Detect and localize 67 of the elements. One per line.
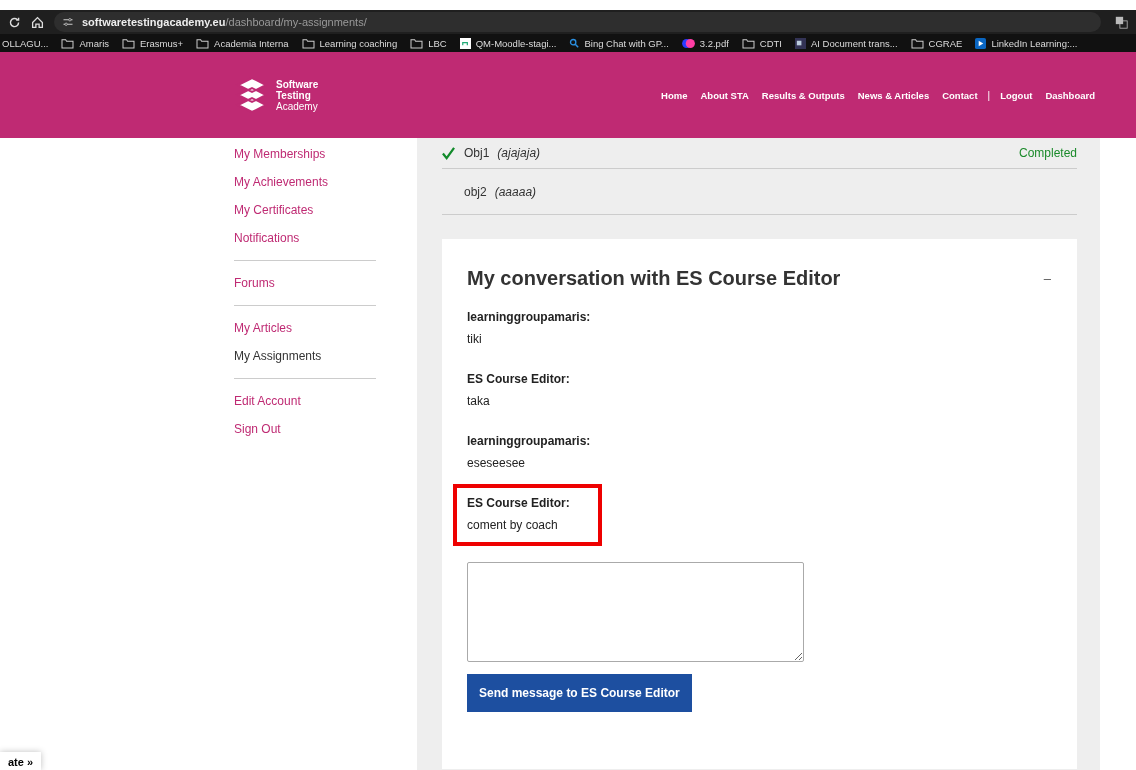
conversation-title: My conversation with ES Course Editor: [467, 267, 841, 290]
send-button[interactable]: Send message to ES Course Editor: [467, 674, 692, 712]
nav-link[interactable]: Dashboard: [1045, 89, 1095, 101]
message-text: taka: [467, 394, 491, 408]
circles-icon: [681, 37, 695, 49]
bookmark[interactable]: Bing Chat with GP...: [569, 37, 669, 49]
message-author: learninggroupamaris:: [467, 434, 592, 448]
play-icon: [975, 37, 987, 49]
objective-name: obj2: [464, 184, 487, 199]
objective-detail: (ajajaja): [497, 146, 541, 160]
objective-detail: (aaaaa): [494, 184, 537, 199]
message-text: eseseesee: [467, 456, 527, 470]
sidebar-link[interactable]: My Articles: [234, 314, 292, 342]
bookmark[interactable]: QM-Moodle-stagi...: [459, 37, 557, 49]
site-settings-icon[interactable]: [62, 16, 74, 28]
translate-icon[interactable]: [1115, 15, 1128, 29]
nav-separator: |: [987, 89, 991, 101]
bookmark[interactable]: CGRAE: [910, 37, 963, 49]
reload-icon[interactable]: [8, 15, 21, 29]
nav-link[interactable]: Logout: [1000, 89, 1033, 101]
objective-name: Obj1: [464, 146, 490, 160]
message-author: ES Course Editor:: [467, 496, 570, 510]
sidebar-link[interactable]: My Certificates: [234, 196, 314, 224]
status-text: Completed: [1018, 146, 1077, 160]
address-bar[interactable]: softwaretestingacademy.eu/dashboard/my-assignments/: [54, 12, 1101, 32]
bookmark[interactable]: Amaris: [61, 37, 110, 49]
bookmark[interactable]: 3.2.pdf: [681, 37, 729, 49]
bookmark[interactable]: LBC: [410, 37, 447, 49]
sidebar-link[interactable]: Sign Out: [234, 415, 281, 443]
sidebar-link[interactable]: Notifications: [234, 224, 300, 252]
sidebar-link[interactable]: Forums: [234, 269, 275, 297]
folder-icon: [196, 37, 210, 49]
search-icon: [569, 38, 580, 48]
bookmark[interactable]: CDTI: [741, 37, 782, 49]
floating-tab[interactable]: ate »: [0, 752, 42, 770]
logo-text[interactable]: Software Testing Academy: [276, 78, 319, 112]
folder-icon: [301, 37, 315, 49]
home-icon[interactable]: [31, 15, 44, 29]
folder-icon: [910, 37, 924, 49]
collapse-toggle[interactable]: –: [1043, 271, 1051, 286]
nav-link[interactable]: News & Articles: [857, 89, 930, 101]
folder-icon: [741, 37, 755, 49]
nav-link[interactable]: Results & Outputs: [761, 89, 845, 101]
bookmark[interactable]: Learning coaching: [301, 37, 398, 49]
nav-link[interactable]: About STA: [700, 89, 749, 101]
bookmark[interactable]: Erasmus+: [122, 37, 184, 49]
message-text: coment by coach: [467, 518, 559, 532]
bookmark[interactable]: LinkedIn Learning:...: [975, 37, 1078, 49]
sidebar-link[interactable]: My Achievements: [234, 168, 329, 196]
document-icon: [795, 37, 806, 49]
folder-icon: [61, 37, 75, 49]
sidebar-link[interactable]: My Assignments: [234, 342, 322, 370]
bookmark[interactable]: OLLAGU...: [2, 37, 49, 49]
nav-link[interactable]: Home: [661, 89, 688, 101]
message-author: learninggroupamaris:: [467, 310, 592, 324]
site-favicon-icon: [459, 37, 471, 49]
sidebar-link[interactable]: My Memberships: [234, 140, 326, 168]
message-author: ES Course Editor:: [467, 372, 571, 386]
url-text: softwaretestingacademy.eu/dashboard/my-assignments/: [82, 16, 367, 28]
sidebar-link[interactable]: Edit Account: [234, 387, 301, 415]
nav-link[interactable]: Contact: [942, 89, 978, 101]
folder-icon: [122, 37, 136, 49]
bookmark[interactable]: AI Document trans...: [795, 37, 898, 49]
bookmark[interactable]: Academia Interna: [196, 37, 289, 49]
folder-icon: [410, 37, 424, 49]
message-text: tiki: [467, 332, 483, 346]
message-field[interactable]: [467, 562, 804, 662]
